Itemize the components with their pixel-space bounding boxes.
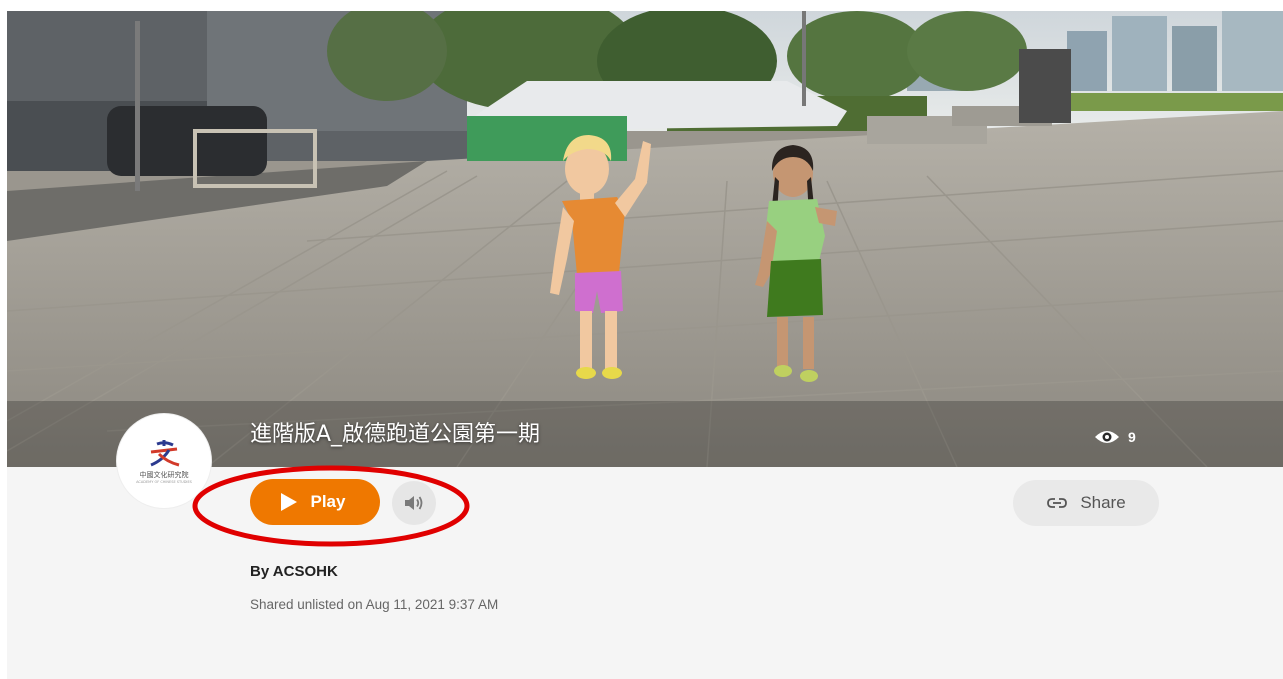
experience-title: 進階版A_啟德跑道公園第一期 xyxy=(250,422,541,447)
publisher-logo-subtext: ACADEMY OF CHINESE STUDIES xyxy=(136,480,192,484)
play-button[interactable]: Play xyxy=(250,479,380,525)
view-count: 9 xyxy=(1094,428,1136,446)
scene-preview[interactable] xyxy=(7,11,1283,467)
publisher-avatar[interactable]: 中國文化研究院 ACADEMY OF CHINESE STUDIES xyxy=(117,414,211,508)
publisher-logo-text: 中國文化研究院 xyxy=(139,471,189,479)
publisher-logo xyxy=(150,440,180,467)
page: 進階版A_啟德跑道公園第一期 9 中國文化研究院 ACADEMY OF CHIN… xyxy=(0,0,1283,679)
scene-image xyxy=(7,11,1283,467)
play-label: Play xyxy=(310,492,346,511)
shared-date: Shared unlisted on Aug 11, 2021 9:37 AM xyxy=(250,597,499,612)
share-button[interactable]: Share xyxy=(1013,480,1159,526)
play-icon xyxy=(280,493,297,511)
view-count-value: 9 xyxy=(1128,429,1136,445)
sound-toggle-button[interactable] xyxy=(392,481,436,525)
speaker-icon xyxy=(405,496,423,510)
author-name: By ACSOHK xyxy=(250,563,338,580)
share-label: Share xyxy=(1080,493,1126,512)
eye-icon xyxy=(1094,428,1120,446)
link-icon xyxy=(1047,498,1068,508)
